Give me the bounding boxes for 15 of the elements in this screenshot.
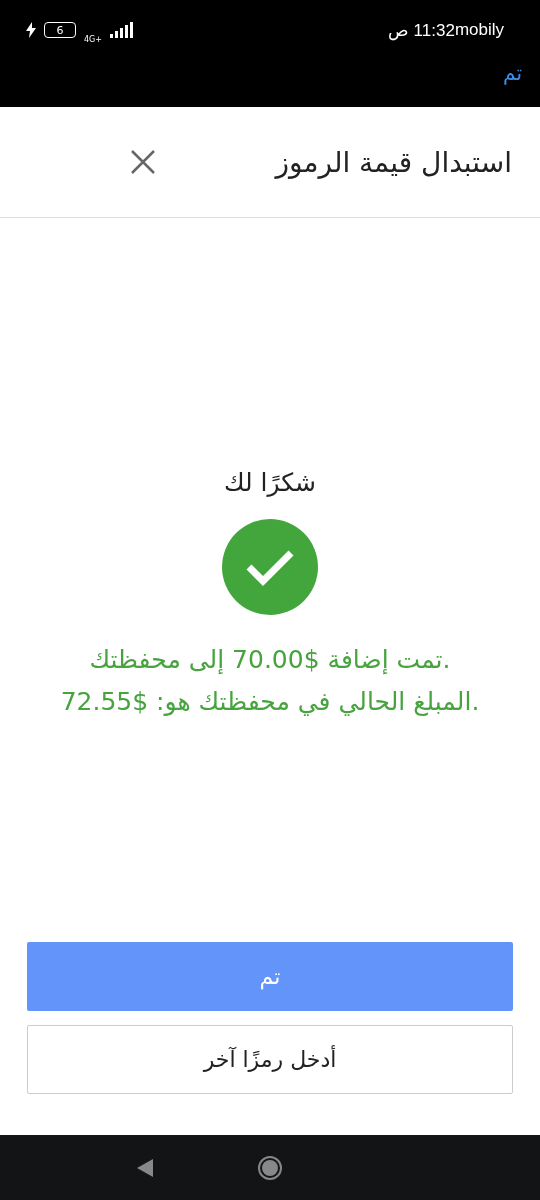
page-title: استبدال قيمة الرموز [275,145,512,179]
network-type: 4G+ [84,34,102,44]
signal-icon [110,22,134,38]
thank-you-heading: شكرًا لك [223,468,317,497]
clock: 11:32 ص [387,19,455,41]
battery-level: 6 [44,22,76,38]
close-icon[interactable] [130,149,156,175]
done-link[interactable]: تم [503,60,522,86]
charging-icon [26,22,36,38]
carrier-name: mobily [454,20,504,40]
enter-another-code-button[interactable]: أدخل رمزًا آخر [27,1025,513,1094]
result-message: تمت إضافة $70.00 إلى محفظتك. [89,644,451,677]
back-icon[interactable] [137,1158,153,1177]
home-icon[interactable] [257,1154,283,1181]
result-message: المبلغ الحالي في محفظتك هو: $72.55. [60,686,480,718]
